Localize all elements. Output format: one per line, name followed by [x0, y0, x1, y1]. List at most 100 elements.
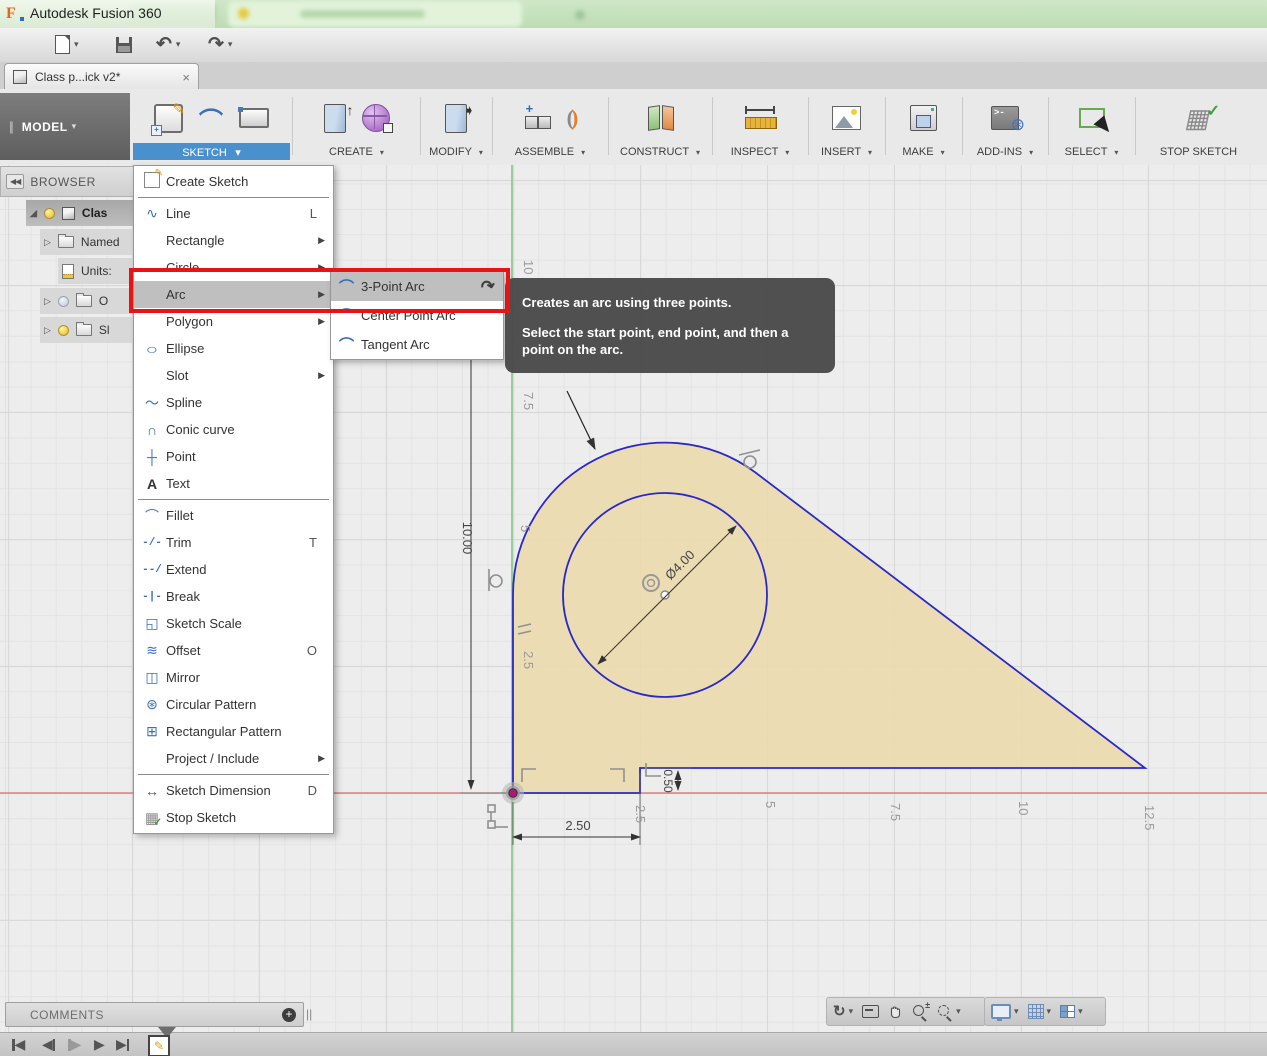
timeline-skip-end-button[interactable]: ▶ — [116, 1036, 129, 1053]
add-comment-icon[interactable]: + — [282, 1008, 296, 1022]
menu-item-create-sketch[interactable]: ✎ Create Sketch — [134, 168, 333, 195]
insert-image-icon[interactable] — [832, 106, 861, 130]
menu-item-arc[interactable]: Arc ▶ — [134, 281, 333, 308]
menu-item-stop-sketch[interactable]: ▦✓ Stop Sketch — [134, 804, 333, 831]
expander-icon[interactable]: ▷ — [44, 325, 51, 336]
menu-item-label: Ellipse — [166, 341, 327, 356]
file-menu-button[interactable]: ▾ — [55, 32, 79, 57]
menu-item-circle[interactable]: Circle ▶ — [134, 254, 333, 281]
chevron-down-icon: ▾ — [72, 121, 77, 132]
menu-item-ellipse[interactable]: ○ Ellipse — [134, 335, 333, 362]
zoom-button[interactable]: ± — [912, 1004, 928, 1020]
document-tab[interactable]: Class p...ick v2* × — [4, 63, 199, 90]
redo-button[interactable]: ↷ ▾ — [208, 32, 232, 57]
expander-icon[interactable]: ▷ — [44, 237, 51, 248]
timeline-step-forward-button[interactable]: ▶ — [68, 1036, 81, 1053]
collapse-browser-button[interactable]: ◀◀ — [6, 174, 24, 189]
origin-point[interactable] — [509, 789, 517, 797]
submenu-item-center-point-arc[interactable]: ⌒ Center Point Arc — [331, 301, 503, 330]
browser-item-root[interactable]: ◢ Clas — [26, 200, 138, 226]
ribbon-group-assemble[interactable]: + () ASSEMBLE ▾ — [494, 93, 606, 160]
comments-bar[interactable]: COMMENTS + — [5, 1002, 304, 1027]
expander-icon[interactable]: ▷ — [44, 296, 51, 307]
timeline-skip-start-button[interactable]: ◀ — [12, 1036, 25, 1053]
stop-sketch-button[interactable]: ▦✓ STOP SKETCH — [1137, 93, 1260, 160]
visibility-bulb-icon[interactable] — [58, 296, 69, 307]
grid-settings-button[interactable]: ▾ — [1028, 1004, 1052, 1019]
expander-icon[interactable]: ◢ — [30, 208, 37, 219]
select-cursor-icon[interactable] — [1079, 108, 1105, 128]
menu-item-slot[interactable]: Slot ▶ — [134, 362, 333, 389]
sketch-profile[interactable] — [513, 443, 1145, 793]
undo-button[interactable]: ↶ ▾ — [156, 32, 180, 57]
ribbon-group-insert[interactable]: INSERT ▾ — [810, 93, 883, 160]
ribbon-group-construct[interactable]: CONSTRUCT ▾ — [610, 93, 710, 160]
menu-item-trim[interactable]: -/- Trim T — [134, 529, 333, 556]
menu-item-mirror[interactable]: ◫ Mirror — [134, 664, 333, 691]
menu-item-extend[interactable]: --/ Extend — [134, 556, 333, 583]
measure-icon[interactable] — [745, 105, 775, 131]
browser-item-sketches[interactable]: ▷ Sl — [40, 317, 138, 343]
menu-item-point[interactable]: ┼ Point — [134, 443, 333, 470]
joint-icon[interactable]: () — [567, 105, 576, 131]
chevron-down-icon: ▾ — [785, 148, 789, 157]
menu-item-line[interactable]: ∿ Line L — [134, 200, 333, 227]
ribbon-group-select[interactable]: SELECT ▾ — [1050, 93, 1133, 160]
tab-sketch[interactable]: SKETCH ▾ — [133, 143, 290, 160]
fit-zoom-button[interactable]: ▾ — [937, 1004, 961, 1020]
submenu-item-tangent-arc[interactable]: ⌒ Tangent Arc — [331, 330, 503, 359]
app-launcher-button[interactable] — [14, 32, 31, 57]
dim-height-label[interactable]: 10.00 — [460, 522, 475, 555]
ribbon-group-inspect[interactable]: INSPECT ▾ — [714, 93, 806, 160]
new-component-icon[interactable]: + — [525, 105, 551, 131]
menu-item-offset[interactable]: ≋ Offset O — [134, 637, 333, 664]
menu-item-circular-pattern[interactable]: ⊛ Circular Pattern — [134, 691, 333, 718]
save-button[interactable] — [116, 32, 132, 57]
timeline-play-button[interactable]: ▶ — [94, 1036, 105, 1053]
menu-item-spline[interactable]: ～ Spline — [134, 389, 333, 416]
submenu-item-3-point-arc[interactable]: ⌒ 3-Point Arc ↷ — [331, 272, 503, 301]
extrude-icon[interactable]: ↑ — [324, 104, 346, 133]
ribbon-group-sketch[interactable]: ✎+ ⌒ SKETCH ▾ — [133, 93, 290, 160]
menu-item-fillet[interactable]: ⌒ Fillet — [134, 502, 333, 529]
close-icon[interactable]: × — [182, 70, 190, 85]
look-at-button[interactable] — [862, 1005, 879, 1018]
menu-item-rectangular-pattern[interactable]: ⊞ Rectangular Pattern — [134, 718, 333, 745]
press-pull-icon[interactable]: ➧ — [445, 104, 467, 133]
menu-item-project-include[interactable]: Project / Include ▶ — [134, 745, 333, 772]
form-icon[interactable] — [362, 104, 390, 132]
sketch-arc-icon[interactable]: ⌒ — [199, 101, 223, 136]
construction-plane-icon[interactable] — [646, 105, 674, 131]
ribbon-group-modify[interactable]: ➧ MODIFY ▾ — [422, 93, 490, 160]
ribbon-group-make[interactable]: MAKE ▾ — [887, 93, 960, 160]
display-settings-button[interactable]: ▾ — [991, 1004, 1019, 1019]
workspace-selector[interactable]: || MODEL ▾ — [0, 93, 130, 160]
browser-item-units[interactable]: Units: — [58, 258, 138, 284]
tooltip: Creates an arc using three points. Selec… — [505, 278, 835, 373]
menu-item-polygon[interactable]: Polygon ▶ — [134, 308, 333, 335]
scripts-addins-icon[interactable]: >-⊛ — [991, 106, 1019, 130]
viewports-button[interactable]: ▾ — [1060, 1005, 1083, 1018]
visibility-bulb-icon[interactable] — [44, 208, 55, 219]
browser-item-named-views[interactable]: ▷ Named — [40, 229, 138, 255]
menu-item-break[interactable]: -|- Break — [134, 583, 333, 610]
menu-item-rectangle[interactable]: Rectangle ▶ — [134, 227, 333, 254]
pan-button[interactable] — [888, 1004, 903, 1019]
ribbon-group-addins[interactable]: >-⊛ ADD-INS ▾ — [964, 93, 1046, 160]
visibility-bulb-icon[interactable] — [58, 325, 69, 336]
timeline-step-back-button[interactable]: ◀ — [42, 1036, 55, 1053]
browser-item-origin[interactable]: ▷ O — [40, 288, 138, 314]
menu-item-text[interactable]: A Text — [134, 470, 333, 497]
dim-width-label[interactable]: 2.50 — [565, 818, 590, 833]
ribbon-group-create[interactable]: ↑ CREATE ▾ — [295, 93, 418, 160]
3d-print-icon[interactable] — [910, 105, 937, 131]
create-sketch-icon[interactable]: ✎+ — [154, 104, 183, 133]
circle-center-point[interactable] — [661, 591, 669, 599]
timeline-sketch-feature[interactable]: ✎ — [148, 1035, 170, 1056]
dim-step-label[interactable]: 0.50 — [661, 769, 675, 793]
menu-item-conic-curve[interactable]: ∩ Conic curve — [134, 416, 333, 443]
menu-item-sketch-scale[interactable]: ◱ Sketch Scale — [134, 610, 333, 637]
menu-item-sketch-dimension[interactable]: ↔ Sketch Dimension D — [134, 777, 333, 804]
orbit-button[interactable]: ↻▾ — [833, 1004, 853, 1019]
sketch-rectangle-icon[interactable] — [239, 108, 269, 128]
